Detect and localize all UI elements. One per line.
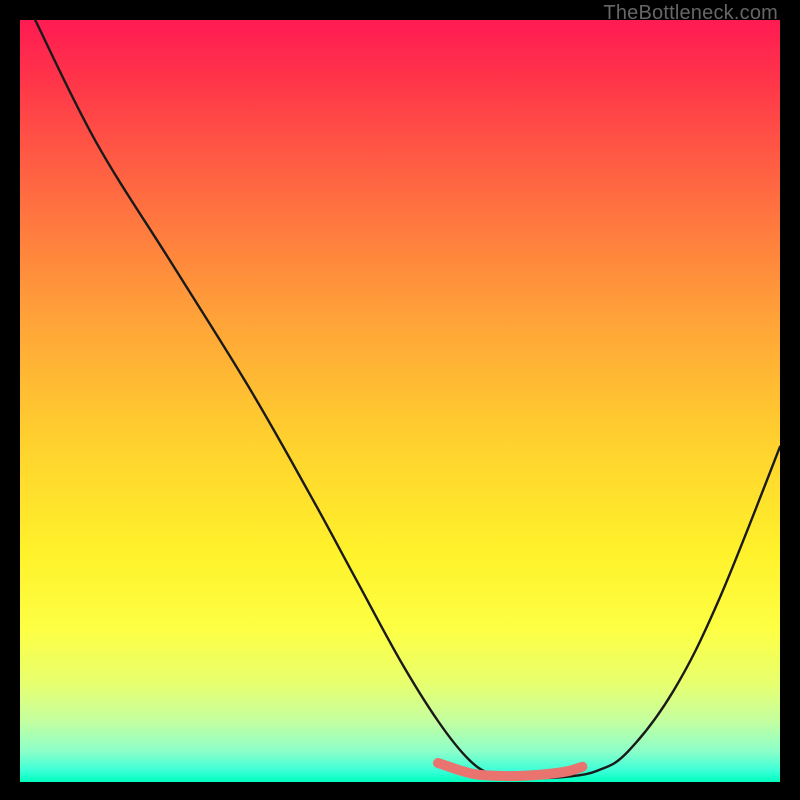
- bottleneck-curve-line: [35, 20, 780, 779]
- watermark-text: TheBottleneck.com: [603, 2, 778, 25]
- chart-overlay: [20, 20, 780, 782]
- chart-plot-area: [20, 20, 780, 782]
- optimal-band-marker: [438, 763, 582, 776]
